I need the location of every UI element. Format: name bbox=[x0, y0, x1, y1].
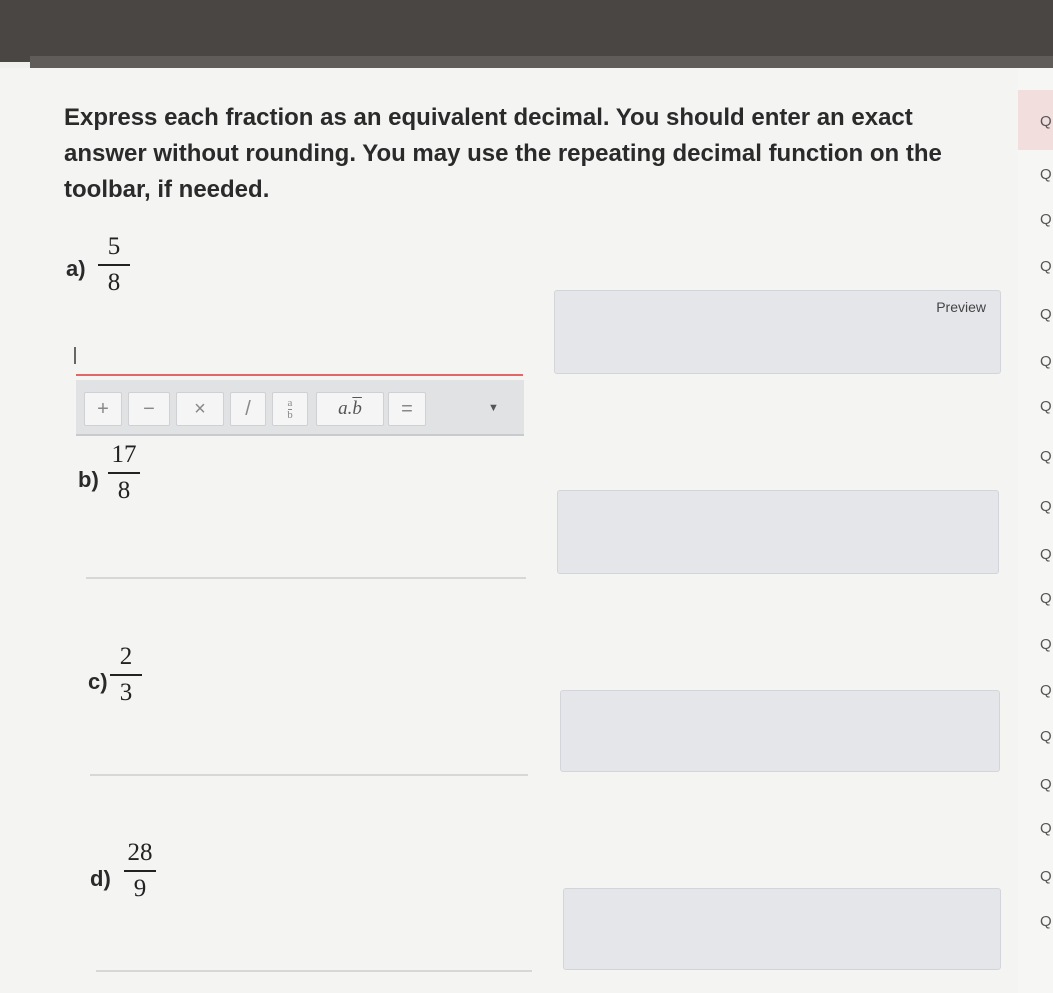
question-c-label: c) bbox=[88, 669, 108, 694]
question-c-numerator: 2 bbox=[119, 643, 133, 670]
nav-question-item[interactable]: Q bbox=[1040, 546, 1052, 563]
answer-a-input[interactable] bbox=[76, 374, 523, 376]
math-toolbar: + − × / a b a. b = ▼ bbox=[76, 380, 524, 436]
equals-icon: = bbox=[401, 397, 413, 420]
fraction-bar bbox=[108, 472, 140, 474]
question-b-fraction: 17 8 bbox=[104, 440, 144, 506]
question-d-fraction: 28 9 bbox=[120, 838, 160, 904]
fraction-button[interactable]: a b bbox=[272, 392, 308, 426]
nav-question-item[interactable]: Q bbox=[1040, 353, 1052, 370]
nav-question-item[interactable]: Q bbox=[1040, 448, 1052, 465]
answer-b-input[interactable] bbox=[86, 577, 526, 579]
nav-question-item[interactable]: Q bbox=[1040, 868, 1052, 885]
question-a-denominator: 8 bbox=[107, 269, 121, 296]
question-a-fraction: 5 8 bbox=[94, 232, 134, 298]
top-bezel-edge bbox=[30, 56, 1053, 68]
top-bezel bbox=[0, 0, 1053, 62]
nav-question-item[interactable]: Q bbox=[1040, 590, 1052, 607]
fraction-bar bbox=[110, 674, 142, 676]
nav-question-item[interactable]: Q bbox=[1040, 776, 1052, 793]
question-a-label: a) bbox=[66, 256, 86, 281]
preview-box-c bbox=[560, 690, 1000, 772]
multiply-icon: × bbox=[194, 397, 206, 420]
instructions-text: Express each fraction as an equivalent d… bbox=[64, 104, 942, 203]
divide-button[interactable]: / bbox=[230, 392, 266, 426]
answer-c-input[interactable] bbox=[90, 774, 528, 776]
nav-question-item[interactable]: Q bbox=[1040, 636, 1052, 653]
nav-question-item[interactable]: Q bbox=[1040, 258, 1052, 275]
nav-question-item[interactable]: Q bbox=[1040, 211, 1052, 228]
nav-question-item[interactable]: Q bbox=[1040, 498, 1052, 515]
preview-box-b bbox=[557, 490, 999, 574]
plus-icon: + bbox=[97, 397, 109, 420]
fraction-icon-numerator: a bbox=[287, 396, 293, 410]
minus-icon: − bbox=[143, 397, 155, 420]
question-b-numerator: 17 bbox=[111, 441, 137, 468]
equals-button[interactable]: = bbox=[388, 392, 426, 426]
nav-question-item[interactable]: Q bbox=[1040, 113, 1052, 130]
preview-label: Preview bbox=[936, 299, 986, 315]
repeating-decimal-button[interactable]: a. b bbox=[316, 392, 384, 426]
toolbar-dropdown-arrow-icon[interactable]: ▼ bbox=[488, 402, 499, 414]
question-c-denominator: 3 bbox=[119, 679, 133, 706]
nav-question-item[interactable]: Q bbox=[1040, 682, 1052, 699]
fraction-bar bbox=[124, 870, 156, 872]
question-d-denominator: 9 bbox=[133, 875, 147, 902]
nav-question-item[interactable]: Q bbox=[1040, 913, 1052, 930]
preview-box-a: Preview bbox=[554, 290, 1001, 374]
fraction-bar bbox=[98, 264, 130, 266]
text-cursor bbox=[74, 347, 76, 364]
nav-question-item[interactable]: Q bbox=[1040, 820, 1052, 837]
question-a-numerator: 5 bbox=[107, 233, 121, 260]
preview-box-d bbox=[563, 888, 1001, 970]
question-c-fraction: 2 3 bbox=[106, 642, 146, 708]
question-d-numerator: 28 bbox=[127, 839, 153, 866]
question-d-label: d) bbox=[90, 866, 111, 891]
repeating-decimal-digit: b bbox=[352, 398, 362, 419]
repeating-decimal-base: a. bbox=[338, 398, 353, 419]
nav-question-item[interactable]: Q bbox=[1040, 728, 1052, 745]
question-navigator: Q Q Q Q Q Q Q Q Q Q Q Q Q Q Q Q Q Q bbox=[1018, 68, 1053, 993]
slash-icon: / bbox=[245, 397, 251, 420]
multiply-button[interactable]: × bbox=[176, 392, 224, 426]
plus-button[interactable]: + bbox=[84, 392, 122, 426]
question-b-denominator: 8 bbox=[117, 477, 131, 504]
nav-question-item[interactable]: Q bbox=[1040, 398, 1052, 415]
fraction-icon-denominator: b bbox=[287, 408, 293, 421]
nav-question-item[interactable]: Q bbox=[1040, 306, 1052, 323]
minus-button[interactable]: − bbox=[128, 392, 170, 426]
question-b-label: b) bbox=[78, 467, 99, 492]
answer-d-input[interactable] bbox=[96, 970, 532, 972]
nav-question-item[interactable]: Q bbox=[1040, 166, 1052, 183]
